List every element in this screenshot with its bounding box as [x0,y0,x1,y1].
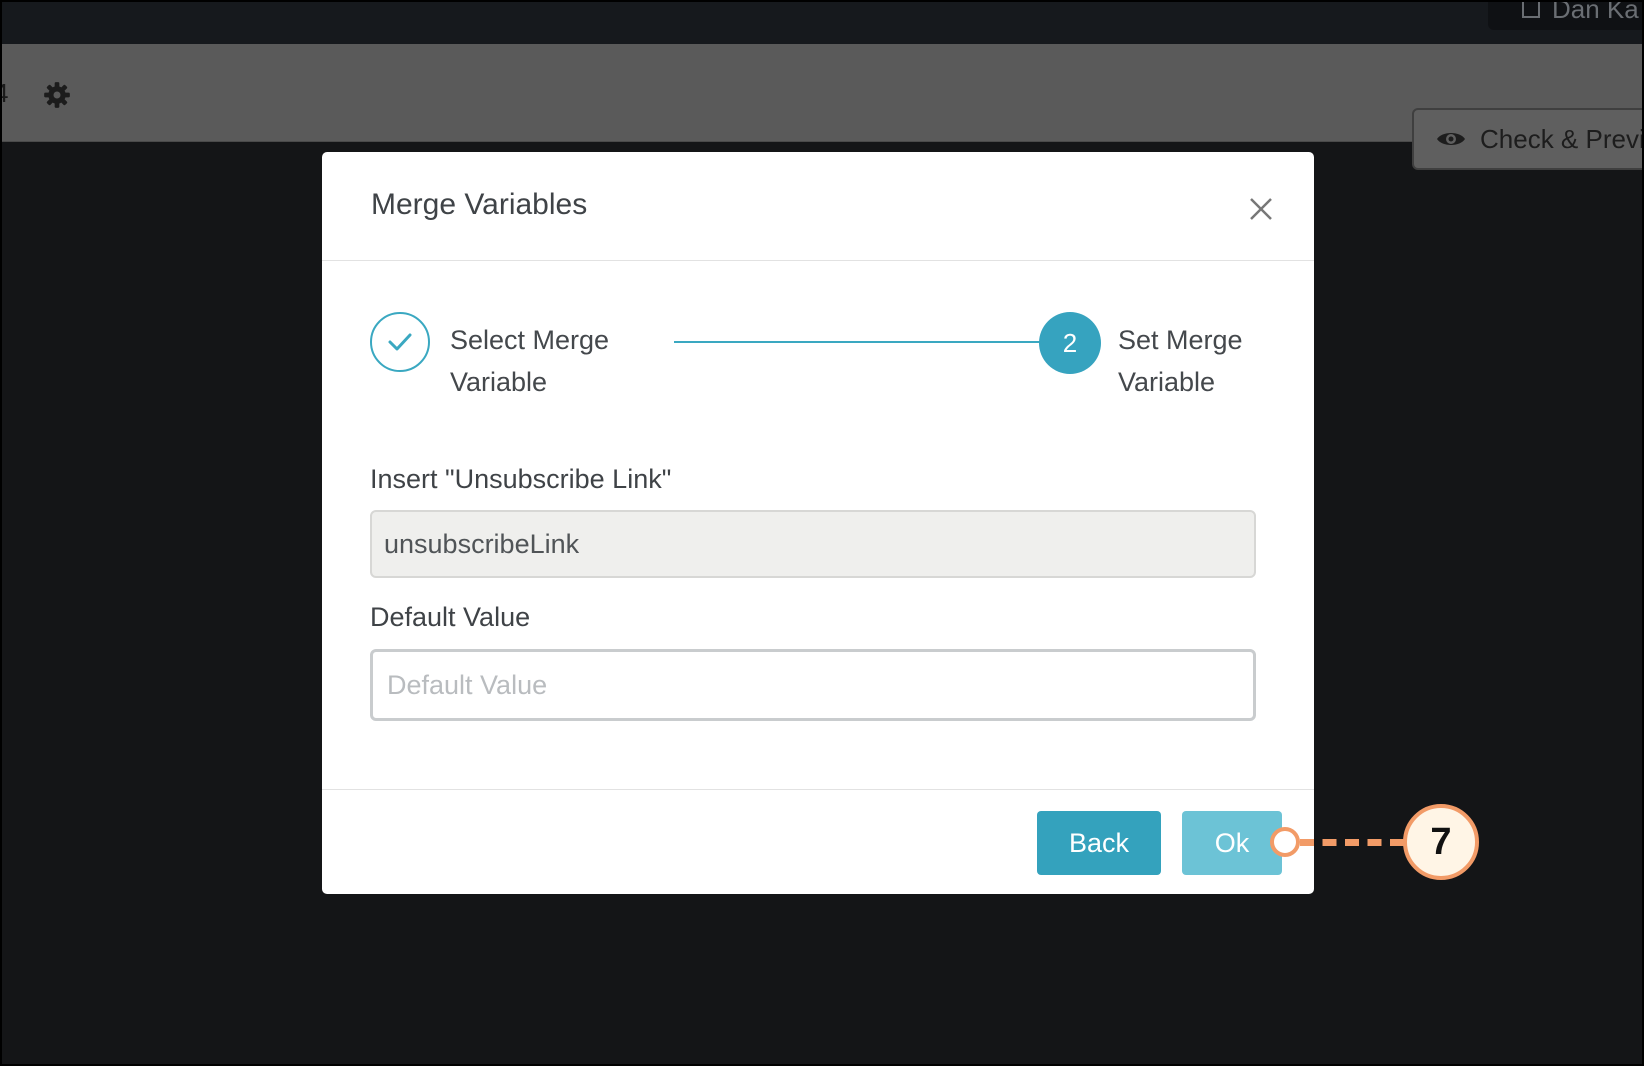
app-top-bar: Dan Ka [0,0,1644,44]
step-connector [674,341,1040,343]
callout-anchor [1270,827,1300,857]
dialog-header: Merge Variables [322,152,1314,261]
user-menu[interactable]: Dan Ka [1488,0,1644,30]
callout-step-badge: 7 [1403,804,1479,880]
check-preview-button[interactable]: Check & Previ [1412,108,1644,170]
gear-icon[interactable] [43,81,71,109]
close-icon[interactable] [1244,192,1278,226]
footer-divider [322,789,1314,790]
step-2-label: Set Merge Variable [1118,325,1243,397]
back-button[interactable]: Back [1037,811,1161,875]
user-name: Dan Ka [1552,0,1639,24]
editor-toolbar: 4 Check & Previ [0,44,1644,170]
insert-variable-label: Insert "Unsubscribe Link" [370,464,672,494]
checkmark-icon [388,333,412,351]
merge-variable-field[interactable] [370,510,1256,578]
step-1-indicator [370,312,430,372]
building-icon [1522,0,1540,18]
toolbar-number: 4 [0,78,9,108]
step-1-label: Select Merge Variable [450,325,610,397]
ok-button[interactable]: Ok [1182,811,1282,875]
default-value-label: Default Value [370,602,531,632]
merge-variables-dialog: Merge Variables Select Merge Variable 2 … [322,152,1314,894]
default-value-input[interactable] [370,649,1256,721]
callout-connector [1300,839,1404,846]
step-2-indicator: 2 [1039,312,1101,374]
check-preview-label: Check & Previ [1480,123,1644,154]
dialog-title: Merge Variables [371,188,588,221]
eye-icon [1437,133,1465,145]
